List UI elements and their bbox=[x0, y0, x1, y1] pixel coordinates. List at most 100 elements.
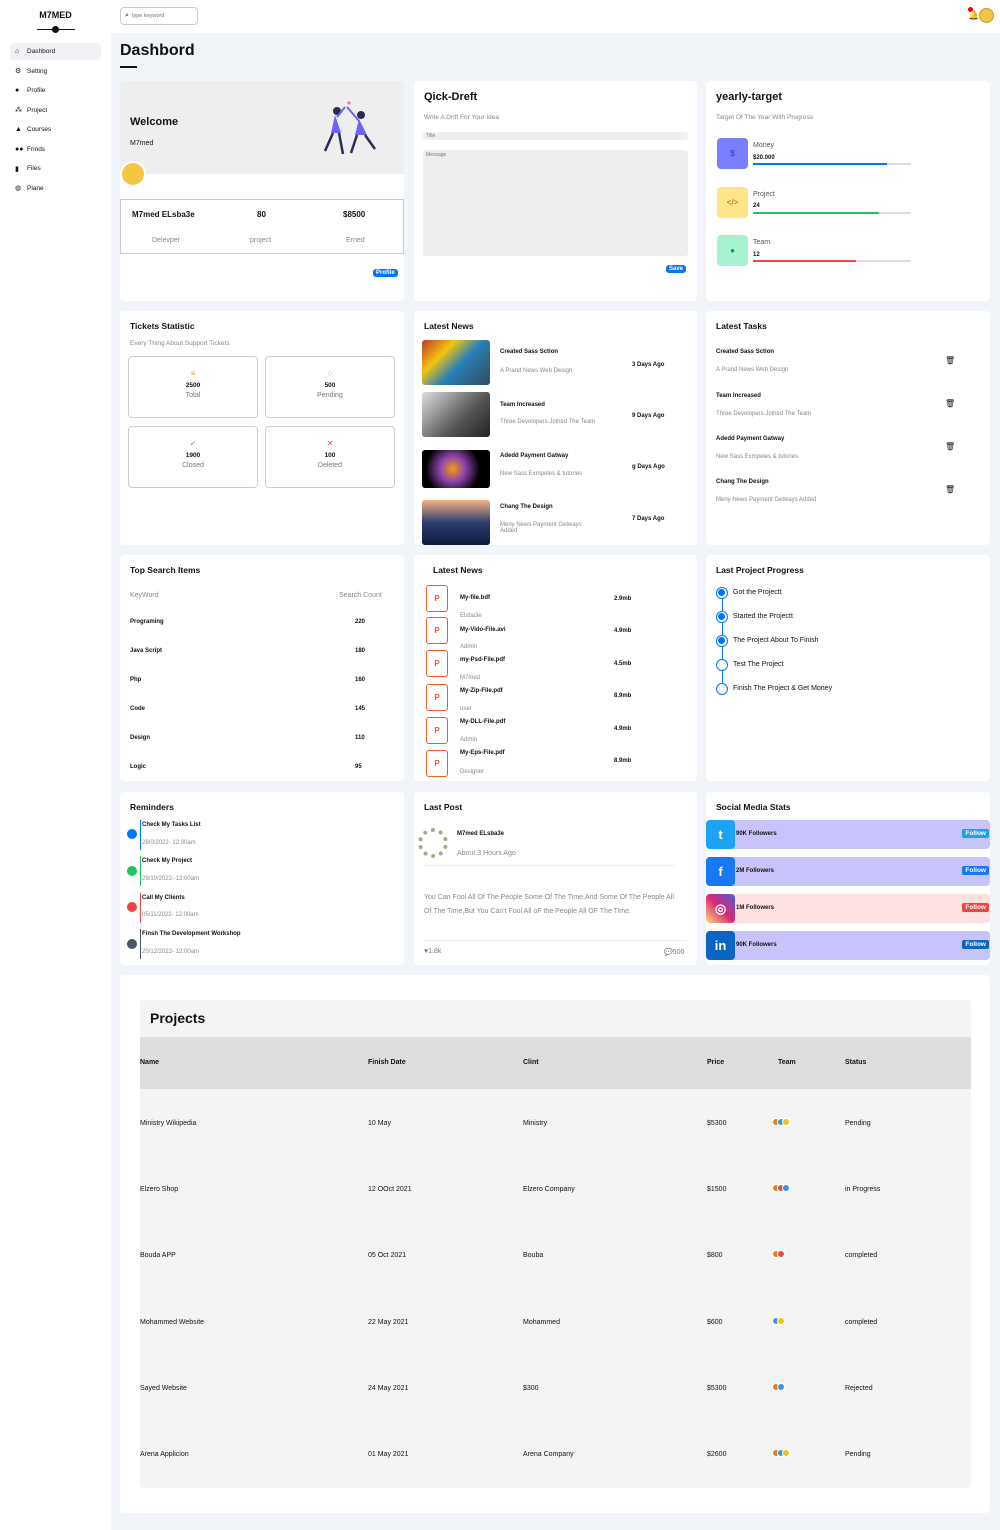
top-search-title: Top Search Items bbox=[130, 565, 201, 575]
target-money-value: $20.000 bbox=[753, 155, 775, 161]
task-desc: Three Developers Joined The Team bbox=[716, 411, 812, 417]
avatar bbox=[782, 1118, 790, 1126]
social-row-linkedin: in 90K Followers Follow bbox=[706, 931, 990, 960]
save-button[interactable]: Save bbox=[666, 265, 687, 273]
progress-step-label: Finish The Project & Get Money bbox=[733, 685, 833, 692]
trash-icon[interactable]: 🗑 bbox=[945, 485, 955, 494]
file-icon: P bbox=[426, 684, 448, 711]
news-image bbox=[422, 340, 490, 385]
sidebar-item-label: Project bbox=[27, 106, 48, 114]
follow-button[interactable]: Follow bbox=[962, 866, 989, 875]
avatar bbox=[777, 1317, 785, 1325]
projects-title: Projects bbox=[150, 1010, 206, 1026]
follow-button[interactable]: Follow bbox=[962, 940, 989, 949]
ticket-label: Closed bbox=[182, 462, 204, 469]
search-keyword: Code bbox=[130, 706, 145, 712]
sidebar-item-friends[interactable]: ●● Frinds bbox=[10, 141, 101, 158]
search-count: 220 bbox=[355, 619, 366, 625]
close-icon: ✕ bbox=[326, 439, 334, 448]
target-card: yearly-target Target Of The Year With Pr… bbox=[706, 81, 990, 301]
social-title: Social Media Stats bbox=[716, 802, 791, 812]
follow-button[interactable]: Follow bbox=[962, 829, 989, 838]
project-price: $800 bbox=[707, 1252, 723, 1259]
sidebar-item-profile[interactable]: ● Profile bbox=[10, 82, 101, 99]
news-item-desc: A Prand News Web Design bbox=[500, 368, 573, 374]
follow-button[interactable]: Follow bbox=[962, 903, 989, 912]
tickets-card: Tickets Statistic Every Thing About Supp… bbox=[120, 311, 404, 545]
file-name: my-Psd-File.pdf bbox=[460, 657, 506, 663]
money-icon: $ bbox=[717, 138, 748, 169]
news-item-title: Chang The Design bbox=[500, 504, 553, 510]
social-followers: 2M Followers bbox=[736, 868, 775, 874]
project-name: Sayed Website bbox=[140, 1385, 187, 1392]
sidebar-item-files[interactable]: ▮ Files bbox=[10, 160, 101, 177]
bell-icon[interactable]: 🔔 bbox=[968, 10, 979, 21]
file-icon: ▮ bbox=[15, 165, 19, 173]
project-client: Ministry bbox=[523, 1120, 548, 1127]
reminder-title: Finsh The Development Workshop bbox=[142, 931, 241, 937]
trash-icon[interactable]: 🗑 bbox=[945, 399, 955, 408]
globe-icon: ◍ bbox=[15, 185, 22, 192]
news-item-desc: New Sass Exmpeles & tutories bbox=[500, 471, 583, 477]
avatar[interactable] bbox=[979, 8, 994, 23]
reminder-dot bbox=[127, 829, 137, 839]
progress-card: Last Project Progress Got the Projectt S… bbox=[706, 555, 990, 781]
news-item-time: 3 Days Ago bbox=[632, 362, 665, 368]
post-divider bbox=[424, 940, 687, 941]
team-icon: ● bbox=[717, 235, 748, 266]
avatar bbox=[777, 1383, 785, 1391]
progress-step-label: The Project About To Finish bbox=[733, 637, 819, 644]
instagram-icon: ◎ bbox=[706, 894, 735, 923]
file-size: 8.9mb bbox=[614, 758, 632, 764]
search-count: 110 bbox=[355, 735, 365, 741]
search-input[interactable] bbox=[131, 13, 192, 19]
post-likes[interactable]: ♥1.8k bbox=[424, 948, 441, 955]
sidebar-item-plane[interactable]: ◍ Plane bbox=[10, 180, 101, 197]
target-team-progress bbox=[753, 260, 911, 262]
profile-button[interactable]: Profile bbox=[373, 269, 398, 277]
ticket-stat-pending: ◌ 500 Pending bbox=[265, 356, 395, 418]
sidebar-item-courses[interactable]: ▲ Courses bbox=[10, 121, 101, 138]
trash-icon[interactable]: 🗑 bbox=[945, 356, 955, 365]
project-status: completed bbox=[845, 1319, 878, 1326]
file-owner: Elsba3e bbox=[460, 613, 482, 619]
task-title: Chang The Design bbox=[716, 479, 769, 485]
sidebar-item-project[interactable]: ⁂ Project bbox=[10, 102, 101, 119]
post-time: About 3 Hours Ago bbox=[457, 850, 516, 857]
progress-step-label: Test The Project bbox=[733, 661, 784, 668]
target-money-progress-fill bbox=[753, 163, 888, 165]
reminder-date: 26/10/2022- 12:00am bbox=[142, 876, 200, 882]
projects-label: project bbox=[250, 237, 272, 244]
news-image bbox=[422, 450, 490, 488]
sidebar-item-dashboard[interactable]: ⌂ Dashbord bbox=[10, 43, 101, 60]
draft-message-field[interactable]: Message bbox=[423, 150, 688, 256]
tickets-title: Tickets Statistic bbox=[130, 321, 195, 331]
ticket-label: Deleted bbox=[317, 462, 343, 469]
news-item-title: Adedd Payment Gatway bbox=[500, 453, 569, 459]
draft-title-field[interactable]: Title bbox=[423, 132, 688, 140]
project-name: Mohammed Website bbox=[140, 1319, 205, 1326]
social-row-instagram: ◎ 1M Followers Follow bbox=[706, 894, 990, 923]
logo-decoration bbox=[36, 26, 75, 33]
trash-icon[interactable]: 🗑 bbox=[945, 442, 955, 451]
sidebar-item-setting[interactable]: ⚙ Setting bbox=[10, 63, 101, 80]
target-team-value: 12 bbox=[753, 252, 760, 258]
post-comments[interactable]: 💬500 bbox=[664, 948, 684, 956]
files-title: Latest News bbox=[433, 565, 483, 575]
progress-step-pending bbox=[716, 683, 728, 695]
project-client: $300 bbox=[523, 1385, 539, 1392]
news-image bbox=[422, 500, 490, 545]
col-count: Search Count bbox=[339, 592, 382, 599]
diagram-icon: ⁂ bbox=[15, 107, 22, 114]
twitter-icon: t bbox=[706, 820, 735, 849]
post-text: You Can Fool All Of The People Some Of T… bbox=[424, 894, 674, 915]
news-item-time: 7 Days Ago bbox=[632, 516, 665, 522]
file-owner: Admin bbox=[460, 644, 478, 650]
file-icon: P bbox=[426, 650, 448, 677]
search-keyword: Programing bbox=[130, 619, 164, 625]
search-count: 160 bbox=[355, 677, 366, 683]
project-status: completed bbox=[845, 1252, 878, 1259]
sidebar: M7MED ⌂ Dashbord ⚙ Setting ● Profile ⁂ Proje… bbox=[0, 0, 111, 1530]
reminder-date: 20/12/2022- 12:00am bbox=[142, 949, 200, 955]
search-count: 180 bbox=[355, 648, 366, 654]
